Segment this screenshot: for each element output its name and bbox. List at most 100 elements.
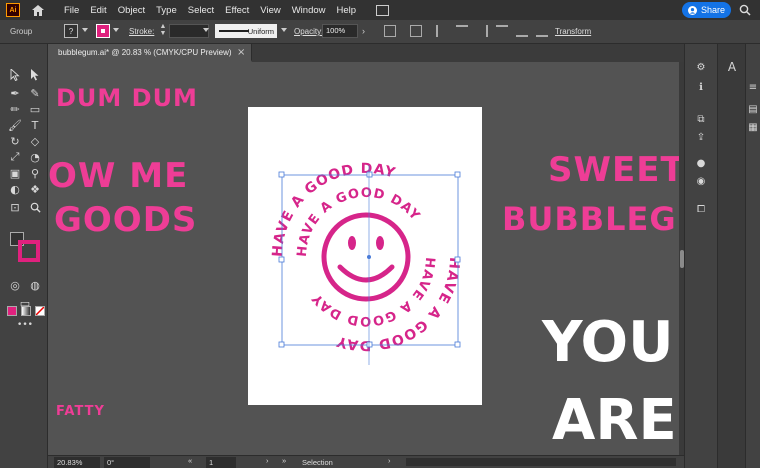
- stroke-panel-icon[interactable]: ▦: [746, 120, 760, 134]
- draw-normal-icon[interactable]: ◎: [8, 278, 22, 292]
- blend-tool-icon[interactable]: ◐: [8, 182, 22, 196]
- canvas-text-goods[interactable]: GOODS: [54, 200, 197, 240]
- selection-tool-icon[interactable]: [8, 68, 22, 82]
- canvas-text-bubblegum[interactable]: BUBBLEGUM: [502, 200, 679, 238]
- menu-window[interactable]: Window: [292, 5, 326, 16]
- more-tools-icon[interactable]: •••: [17, 318, 33, 332]
- align-middle-icon[interactable]: [516, 25, 528, 37]
- info-icon[interactable]: ℹ: [694, 80, 708, 94]
- layers-dock: ≡ ▤ ▦: [745, 44, 760, 468]
- canvas-text-you[interactable]: YOU: [542, 310, 674, 375]
- last-artboard-icon[interactable]: »: [282, 456, 286, 465]
- direct-selection-tool-icon[interactable]: [28, 68, 42, 82]
- artboards-icon[interactable]: ⧠: [694, 202, 708, 216]
- align-top-icon[interactable]: [496, 25, 508, 37]
- menu-effect[interactable]: Effect: [225, 5, 249, 16]
- menu-help[interactable]: Help: [337, 5, 357, 16]
- align-bottom-icon[interactable]: [536, 25, 548, 37]
- smiley-artwork[interactable]: HAVE A GOOD DAY HAVE A GOOD DAY HAVE A G…: [248, 107, 482, 405]
- status-bar: 20.83% 0° « 1 › » Selection ›: [48, 455, 684, 468]
- eyedropper-tool-icon[interactable]: ⚲: [28, 166, 42, 180]
- align-right-icon[interactable]: [476, 25, 488, 37]
- canvas[interactable]: DUM DUM OW ME GOODS FATTY SWEET, BUBBLEG…: [48, 62, 679, 455]
- share-button[interactable]: Share: [682, 2, 731, 18]
- canvas-text-ow-me[interactable]: OW ME: [48, 156, 188, 196]
- canvas-text-sweet[interactable]: SWEET,: [548, 150, 679, 190]
- opacity-label[interactable]: Opacity:: [294, 27, 323, 36]
- next-artboard-icon[interactable]: ›: [266, 456, 269, 465]
- menu-edit[interactable]: Edit: [90, 5, 106, 16]
- menu-bar: Ai File Edit Object Type Select Effect V…: [0, 0, 760, 20]
- tools-panel: ✒ ✎ ✏ ▭ 🖌 T ↻ ◇ ⤢ ◔ ▣ ⚲ ◐ ❖ ⊡ ◎ ◍ ▭ •••: [0, 44, 48, 468]
- layers-icon[interactable]: ▤: [746, 102, 760, 116]
- menu-select[interactable]: Select: [188, 5, 214, 16]
- menu-type[interactable]: Type: [156, 5, 177, 16]
- curvature-tool-icon[interactable]: ✎: [28, 86, 42, 100]
- chevron-right-icon[interactable]: ›: [362, 26, 365, 36]
- canvas-text-are[interactable]: ARE: [552, 388, 677, 453]
- chevron-down-icon[interactable]: [82, 28, 88, 32]
- artboard-tool-icon[interactable]: ⊡: [8, 200, 22, 214]
- symbol-sprayer-tool-icon[interactable]: ❖: [28, 182, 42, 196]
- recolor-icon[interactable]: [384, 25, 396, 37]
- first-artboard-icon[interactable]: «: [188, 456, 192, 465]
- libraries-icon[interactable]: ⧉: [694, 112, 708, 126]
- pen-tool-icon[interactable]: ✒: [8, 86, 22, 100]
- menu-file[interactable]: File: [64, 5, 79, 16]
- document-tab[interactable]: bubblegum.ai* @ 20.83 % (CMYK/CPU Previe…: [48, 44, 252, 62]
- align-to-icon[interactable]: [410, 25, 422, 37]
- draw-behind-icon[interactable]: ◍: [28, 278, 42, 292]
- rectangle-tool-icon[interactable]: ▭: [28, 102, 42, 116]
- none-mode-icon[interactable]: [35, 306, 45, 316]
- zoom-field[interactable]: 20.83%: [54, 457, 100, 468]
- opacity-field[interactable]: 100%: [322, 24, 358, 38]
- chevron-down-icon[interactable]: [113, 28, 119, 32]
- fill-swatch[interactable]: ?: [64, 24, 78, 38]
- character-icon[interactable]: A: [725, 60, 739, 74]
- transform-link[interactable]: Transform: [555, 27, 591, 36]
- align-center-icon[interactable]: [456, 25, 468, 37]
- rotate-tool-icon[interactable]: ↻: [8, 134, 22, 148]
- search-icon[interactable]: [739, 4, 751, 19]
- paragraph-icon[interactable]: ≡: [746, 80, 760, 94]
- appearance-icon[interactable]: ●: [694, 156, 708, 170]
- fill-stroke-control[interactable]: [6, 232, 42, 268]
- arrange-documents-icon[interactable]: [376, 4, 390, 16]
- chevron-down-icon[interactable]: [281, 28, 287, 32]
- screen-mode-icon[interactable]: ▭: [18, 296, 32, 310]
- share-label: Share: [700, 5, 726, 15]
- asset-export-icon[interactable]: ⇪: [694, 130, 708, 144]
- chevron-down-icon[interactable]: [203, 28, 209, 32]
- artboard-number-field[interactable]: 1: [206, 457, 236, 468]
- shape-builder-tool-icon[interactable]: ◔: [28, 150, 42, 164]
- stroke-swatch[interactable]: [96, 24, 110, 38]
- pencil-tool-icon[interactable]: ✏: [8, 102, 22, 116]
- eraser-tool-icon[interactable]: ◇: [28, 134, 42, 148]
- stroke-label[interactable]: Stroke:: [129, 27, 154, 36]
- control-bar: Group ? Stroke: ▲ ▼ Uniform Opacity: 100%…: [0, 20, 760, 44]
- color-mode-icon[interactable]: [7, 306, 17, 316]
- selection-type-label: Group: [10, 27, 33, 36]
- zoom-tool-icon[interactable]: [28, 200, 42, 214]
- menu-object[interactable]: Object: [118, 5, 145, 16]
- scale-tool-icon[interactable]: ⤢: [8, 150, 22, 164]
- artboard[interactable]: HAVE A GOOD DAY HAVE A GOOD DAY HAVE A G…: [248, 107, 482, 405]
- gear-icon[interactable]: ⚙: [694, 60, 708, 74]
- character-dock: A: [717, 44, 745, 468]
- status-menu-icon[interactable]: ›: [388, 456, 391, 465]
- stroke-swatch-large[interactable]: [18, 240, 40, 262]
- graphic-styles-icon[interactable]: ◉: [694, 174, 708, 188]
- menu-view[interactable]: View: [260, 5, 280, 16]
- home-icon[interactable]: [30, 2, 46, 18]
- type-tool-icon[interactable]: T: [28, 118, 42, 132]
- align-left-icon[interactable]: [436, 25, 448, 37]
- stroke-weight-stepper[interactable]: ▲ ▼: [158, 23, 168, 39]
- horizontal-scrollbar[interactable]: [406, 458, 676, 466]
- canvas-text-fatty[interactable]: FATTY: [56, 404, 105, 419]
- close-icon[interactable]: ×: [237, 47, 245, 58]
- rotation-field[interactable]: 0°: [104, 457, 150, 468]
- gradient-tool-icon[interactable]: ▣: [8, 166, 22, 180]
- variable-width-profile[interactable]: Uniform: [215, 24, 277, 38]
- paintbrush-tool-icon[interactable]: 🖌: [8, 118, 22, 132]
- canvas-text-dum[interactable]: DUM DUM: [56, 84, 198, 112]
